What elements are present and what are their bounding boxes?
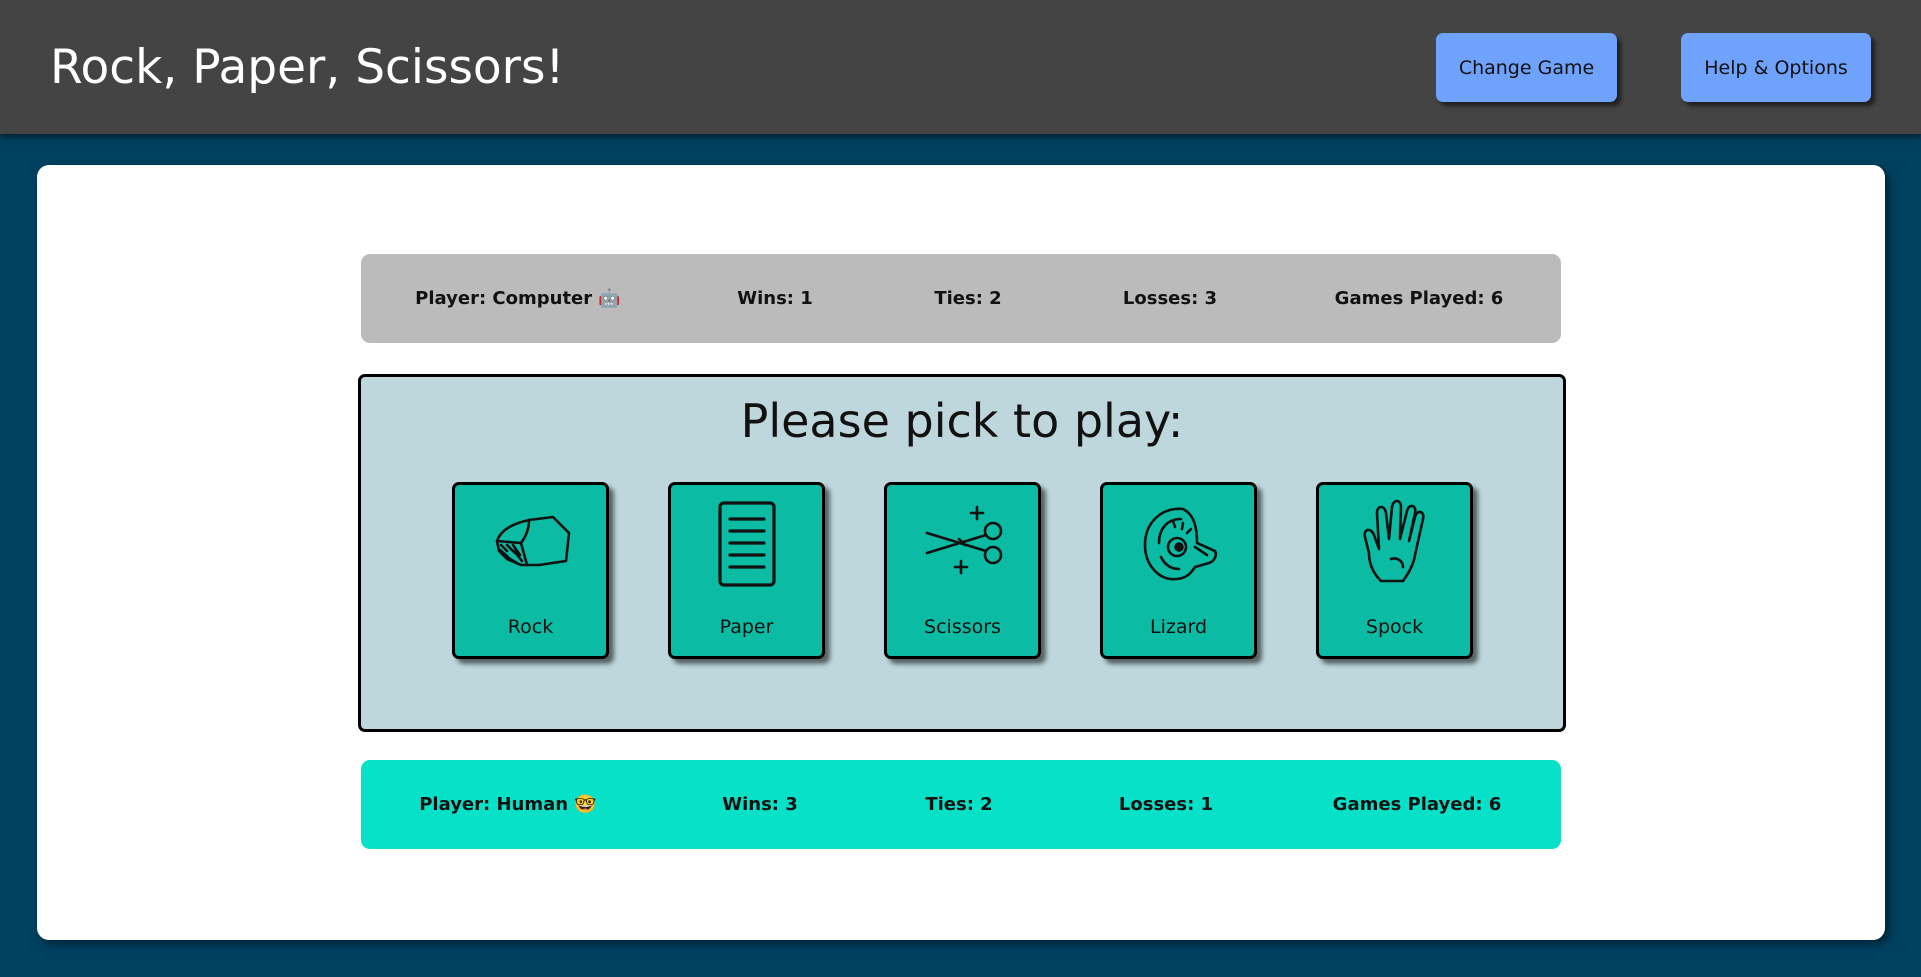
human-scoreboard: Player: Human 🤓 Wins: 3 Ties: 2 Losses: … — [361, 760, 1561, 849]
rock-icon — [495, 515, 571, 567]
computer-scoreboard: Player: Computer 🤖 Wins: 1 Ties: 2 Losse… — [361, 254, 1561, 343]
choice-spock-label: Spock — [1365, 616, 1424, 638]
choice-rock-label: Rock — [507, 616, 554, 638]
choice-rock-button[interactable]: Rock — [452, 482, 609, 659]
computer-games-played: Games Played: 6 — [1334, 288, 1504, 309]
choice-scissors-label: Scissors — [924, 616, 1001, 638]
pick-panel: Please pick to play: Rock Paper Scissors… — [358, 374, 1566, 732]
app-title: Rock, Paper, Scissors! — [50, 40, 565, 95]
human-wins: Wins: 3 — [722, 794, 798, 815]
pick-title: Please pick to play: — [740, 394, 1184, 448]
computer-losses: Losses: 3 — [1122, 288, 1218, 309]
scissors-icon — [925, 505, 1003, 575]
choice-spock-button[interactable]: Spock — [1316, 482, 1473, 659]
computer-ties: Ties: 2 — [934, 288, 1002, 309]
human-games-played: Games Played: 6 — [1332, 794, 1502, 815]
computer-player-label: Player: Computer 🤖 — [415, 288, 621, 309]
lizard-icon — [1143, 507, 1218, 581]
choice-paper-button[interactable]: Paper — [668, 482, 825, 659]
change-game-button[interactable]: Change Game — [1436, 33, 1617, 102]
choice-lizard-button[interactable]: Lizard — [1100, 482, 1257, 659]
choice-scissors-button[interactable]: Scissors — [884, 482, 1041, 659]
app-header: Rock, Paper, Scissors! Change Game Help … — [0, 0, 1921, 134]
choice-lizard-label: Lizard — [1149, 616, 1208, 638]
spock-icon — [1363, 499, 1425, 583]
choice-paper-label: Paper — [719, 616, 774, 638]
paper-icon — [718, 501, 776, 587]
human-ties: Ties: 2 — [925, 794, 993, 815]
human-player-label: Player: Human 🤓 — [419, 794, 597, 815]
human-losses: Losses: 1 — [1118, 794, 1214, 815]
computer-wins: Wins: 1 — [737, 288, 813, 309]
help-options-button[interactable]: Help & Options — [1681, 33, 1871, 102]
